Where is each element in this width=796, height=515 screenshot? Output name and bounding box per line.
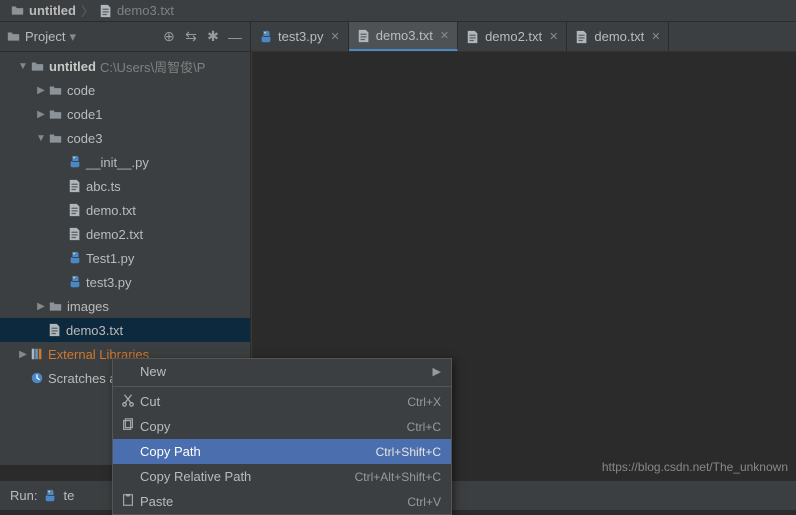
tree-file-abc[interactable]: abc.ts — [0, 174, 250, 198]
editor-tabs: test3.py ✕ demo3.txt ✕ demo2.txt ✕ demo.… — [251, 22, 796, 52]
txt-file-icon — [575, 30, 589, 44]
breadcrumb-file[interactable]: demo3.txt — [99, 3, 174, 18]
submenu-arrow-icon: ▶ — [433, 365, 441, 378]
folder-icon — [30, 60, 45, 73]
tree-file-demo3[interactable]: demo3.txt — [0, 318, 250, 342]
python-file-icon — [43, 489, 57, 503]
folder-icon — [48, 108, 63, 121]
breadcrumb-root[interactable]: untitled — [10, 3, 76, 18]
expand-arrow-icon: ▼ — [34, 133, 48, 144]
collapse-all-button[interactable]: ⇆ — [182, 28, 200, 45]
settings-button[interactable]: ✱ — [204, 28, 222, 45]
txt-file-icon — [99, 4, 113, 18]
tree-file-test3[interactable]: test3.py — [0, 270, 250, 294]
tab-demo2[interactable]: demo2.txt ✕ — [458, 22, 567, 51]
collapse-arrow-icon: ▶ — [34, 109, 48, 120]
collapse-arrow-icon: ▶ — [34, 85, 48, 96]
folder-icon — [48, 84, 63, 97]
tree-folder-code1[interactable]: ▶ code1 — [0, 102, 250, 126]
scratch-icon — [30, 371, 44, 385]
breadcrumb: untitled 〉 demo3.txt — [0, 0, 796, 22]
tab-demo[interactable]: demo.txt ✕ — [567, 22, 669, 51]
locate-file-button[interactable]: ⊕ — [160, 28, 178, 45]
menu-copy-path[interactable]: Copy Path Ctrl+Shift+C — [113, 439, 451, 464]
tab-test3[interactable]: test3.py ✕ — [251, 22, 349, 51]
python-file-icon — [68, 251, 82, 265]
close-icon[interactable]: ✕ — [651, 30, 660, 43]
close-icon[interactable]: ✕ — [440, 29, 449, 42]
project-tree: ▼ untitled C:\Users\周智俊\P ▶ code ▶ code1… — [0, 52, 250, 392]
close-icon[interactable]: ✕ — [331, 30, 340, 43]
folder-icon — [10, 4, 25, 17]
tree-folder-code3[interactable]: ▼ code3 — [0, 126, 250, 150]
menu-separator — [113, 386, 451, 387]
collapse-arrow-icon: ▶ — [34, 301, 48, 312]
tree-folder-code[interactable]: ▶ code — [0, 78, 250, 102]
ts-file-icon — [68, 179, 82, 193]
tree-file-test1[interactable]: Test1.py — [0, 246, 250, 270]
txt-file-icon — [68, 203, 82, 217]
txt-file-icon — [68, 227, 82, 241]
tree-file-demo[interactable]: demo.txt — [0, 198, 250, 222]
close-icon[interactable]: ✕ — [549, 30, 558, 43]
collapse-arrow-icon: ▶ — [16, 349, 30, 360]
python-file-icon — [68, 155, 82, 169]
txt-file-icon — [357, 29, 371, 43]
project-icon — [6, 30, 21, 43]
tree-root[interactable]: ▼ untitled C:\Users\周智俊\P — [0, 54, 250, 78]
txt-file-icon — [48, 323, 62, 337]
project-panel-header: Project ▾ ⊕ ⇆ ✱ — — [0, 22, 250, 52]
python-file-icon — [68, 275, 82, 289]
tab-demo3[interactable]: demo3.txt ✕ — [349, 22, 458, 51]
tree-file-init[interactable]: __init__.py — [0, 150, 250, 174]
txt-file-icon — [466, 30, 480, 44]
hide-panel-button[interactable]: — — [226, 29, 244, 45]
menu-new[interactable]: New ▶ — [113, 359, 451, 384]
paste-icon — [119, 493, 137, 510]
watermark: https://blog.csdn.net/The_unknown — [602, 460, 788, 474]
python-file-icon — [259, 30, 273, 44]
context-menu: New ▶ Cut Ctrl+X Copy Ctrl+C Copy Path C… — [112, 358, 452, 515]
folder-icon — [48, 132, 63, 145]
tree-folder-images[interactable]: ▶ images — [0, 294, 250, 318]
expand-arrow-icon: ▼ — [16, 61, 30, 72]
menu-paste[interactable]: Paste Ctrl+V — [113, 489, 451, 514]
project-panel-title[interactable]: Project ▾ — [6, 29, 156, 45]
copy-icon — [119, 418, 137, 435]
cut-icon — [119, 393, 137, 410]
menu-copy-relative-path[interactable]: Copy Relative Path Ctrl+Alt+Shift+C — [113, 464, 451, 489]
breadcrumb-separator: 〉 — [81, 1, 94, 20]
libraries-icon — [30, 347, 44, 361]
tree-file-demo2[interactable]: demo2.txt — [0, 222, 250, 246]
menu-copy[interactable]: Copy Ctrl+C — [113, 414, 451, 439]
folder-icon — [48, 300, 63, 313]
menu-cut[interactable]: Cut Ctrl+X — [113, 389, 451, 414]
